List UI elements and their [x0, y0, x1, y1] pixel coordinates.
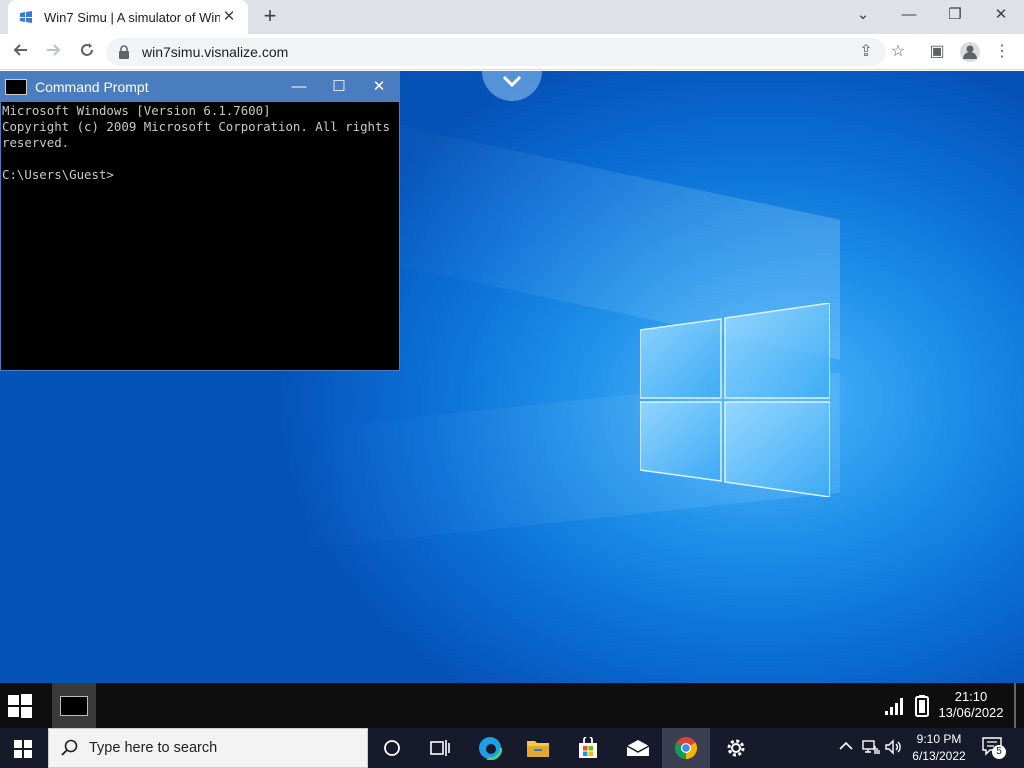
- taskbar-date: 6/13/2022: [912, 749, 966, 763]
- forward-arrow-icon: [47, 44, 61, 56]
- url-text: win7simu.visnalize.com: [142, 44, 289, 60]
- microsoft-store-icon[interactable]: [564, 728, 612, 768]
- edge-browser-icon[interactable]: [466, 728, 514, 768]
- notification-count-badge: 5: [992, 745, 1006, 759]
- show-hidden-icons-chevron-icon[interactable]: [838, 738, 856, 758]
- cortana-icon[interactable]: [368, 728, 416, 768]
- tab-search-chevron-icon[interactable]: ⌄: [840, 0, 886, 30]
- side-panel-icon[interactable]: ▣: [927, 42, 947, 62]
- settings-gear-icon[interactable]: [712, 728, 760, 768]
- cmd-taskbar-icon: [60, 695, 88, 716]
- cmd-console-output[interactable]: Microsoft Windows [Version 6.1.7600] Cop…: [1, 102, 399, 184]
- sim-show-desktop-button[interactable]: [1014, 683, 1016, 728]
- forward-button[interactable]: [40, 40, 66, 64]
- file-explorer-icon[interactable]: [514, 728, 562, 768]
- taskbar-clock[interactable]: 9:10 PM 6/13/2022: [906, 731, 972, 765]
- task-view-icon[interactable]: [416, 728, 464, 768]
- windows-wallpaper-logo: [640, 303, 830, 497]
- profile-avatar-icon[interactable]: [960, 42, 980, 62]
- cmd-close-button[interactable]: ✕: [359, 72, 399, 102]
- taskbar-search-box[interactable]: Type here to search: [48, 728, 368, 768]
- browser-tabstrip: Win7 Simu | A simulator of Windows 7 ✕ +…: [0, 0, 1024, 34]
- browser-menu-icon[interactable]: ⋮: [992, 42, 1012, 62]
- bookmark-star-icon[interactable]: ☆: [888, 42, 908, 62]
- browser-restore-button[interactable]: ❐: [932, 0, 978, 30]
- simulator-menu-toggle[interactable]: [482, 71, 542, 101]
- browser-close-button[interactable]: ✕: [978, 0, 1024, 30]
- command-prompt-window[interactable]: Command Prompt — ☐ ✕ Microsoft Windows […: [0, 71, 400, 371]
- sim-clock-date: 13/06/2022: [938, 705, 1004, 720]
- reload-icon: [81, 43, 93, 56]
- back-button[interactable]: [8, 40, 34, 64]
- mail-icon[interactable]: [614, 728, 662, 768]
- network-icon[interactable]: [862, 738, 882, 758]
- search-placeholder: Type here to search: [89, 740, 218, 756]
- tab-title: Win7 Simu | A simulator of Windows 7: [44, 9, 220, 25]
- sim-clock[interactable]: 21:10 13/06/2022: [930, 689, 1012, 721]
- sim-taskbar-cmd-button[interactable]: [52, 683, 96, 728]
- sim-clock-time: 21:10: [954, 689, 988, 704]
- cmd-window-title: Command Prompt: [35, 79, 149, 95]
- cmd-maximize-button[interactable]: ☐: [319, 72, 359, 102]
- sim-start-button[interactable]: [8, 694, 32, 718]
- back-arrow-icon: [13, 44, 27, 56]
- volume-icon[interactable]: [884, 738, 904, 758]
- simulated-taskbar: 21:10 13/06/2022: [0, 683, 1024, 728]
- address-bar[interactable]: win7simu.visnalize.com: [106, 38, 886, 66]
- chrome-icon[interactable]: [662, 728, 710, 768]
- windows-start-icon[interactable]: [14, 740, 32, 758]
- new-tab-button[interactable]: +: [258, 5, 282, 28]
- share-icon[interactable]: ⇪: [856, 42, 876, 62]
- reload-button[interactable]: [74, 40, 100, 64]
- cmd-app-icon: [5, 79, 27, 95]
- taskbar-time: 9:10 PM: [916, 732, 962, 746]
- browser-minimize-button[interactable]: —: [886, 0, 932, 30]
- chevron-down-icon: [502, 75, 522, 87]
- tab-close-icon[interactable]: ✕: [220, 8, 238, 26]
- battery-icon[interactable]: [914, 695, 930, 717]
- browser-tab[interactable]: Win7 Simu | A simulator of Windows 7 ✕: [8, 0, 248, 34]
- cmd-minimize-button[interactable]: —: [279, 72, 319, 102]
- win7simu-favicon-icon: [20, 11, 32, 23]
- action-center-button[interactable]: 5: [982, 737, 1008, 759]
- browser-toolbar: win7simu.visnalize.com ⇪ ☆ ▣ ⋮: [0, 34, 1024, 70]
- lock-icon: [119, 45, 129, 59]
- host-taskbar: Type here to search 9:10 PM 6/13/2022 5: [0, 728, 1024, 768]
- search-icon: [61, 739, 78, 756]
- signal-strength-icon[interactable]: [884, 695, 906, 717]
- cmd-titlebar[interactable]: Command Prompt — ☐ ✕: [1, 72, 399, 102]
